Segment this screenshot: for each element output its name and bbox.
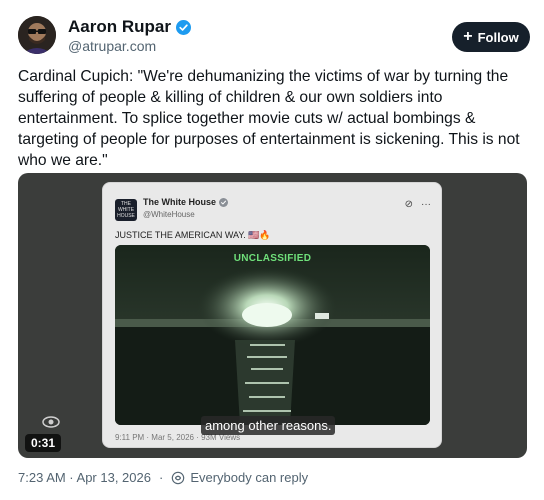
embedded-author-handle: @WhiteHouse xyxy=(143,210,195,219)
more-icon: ··· xyxy=(421,199,431,210)
embedded-actions: ⊘ ··· xyxy=(405,199,431,210)
embedded-author-name: The White House xyxy=(143,197,217,207)
follow-button[interactable]: + Follow xyxy=(452,22,530,52)
author-handle[interactable]: @atrupar.com xyxy=(68,38,156,54)
post-text: Cardinal Cupich: "We're dehumanizing the… xyxy=(18,68,520,169)
reply-setting-label[interactable]: Everybody can reply xyxy=(190,470,308,485)
follow-label: Follow xyxy=(477,29,519,45)
verified-badge-icon xyxy=(219,197,229,207)
author-name-row: Aaron Rupar xyxy=(68,17,191,37)
view-icon xyxy=(42,416,60,428)
person-avatar-icon xyxy=(18,16,56,54)
separator: · xyxy=(158,470,164,485)
video-duration: 0:31 xyxy=(25,434,62,452)
night-vision-image xyxy=(115,245,430,425)
post-footer: 7:23 AM · Apr 13, 2026 · Everybody can r… xyxy=(18,470,530,485)
post-header: Aaron Rupar @atrupar.com + Follow xyxy=(18,16,530,60)
embedded-name-row: The White House xyxy=(143,197,229,207)
reply-setting-icon xyxy=(172,471,185,484)
verified-badge-icon xyxy=(175,19,191,35)
embedded-post-text: JUSTICE THE AMERICAN WAY. 🇺🇸🔥 xyxy=(115,230,271,240)
video-player[interactable]: THE WHITE HOUSE The White House @WhiteHo… xyxy=(18,173,527,458)
grok-icon: ⊘ xyxy=(404,199,413,210)
embedded-post: THE WHITE HOUSE The White House @WhiteHo… xyxy=(102,182,442,448)
video-caption: among other reasons. xyxy=(201,416,336,435)
post-timestamp[interactable]: 7:23 AM · Apr 13, 2026 xyxy=(18,470,151,485)
plus-icon: + xyxy=(463,28,473,45)
embedded-media: UNCLASSIFIED xyxy=(115,245,430,425)
avatar[interactable] xyxy=(18,16,56,54)
author-name[interactable]: Aaron Rupar xyxy=(68,17,171,37)
embedded-avatar: THE WHITE HOUSE xyxy=(115,199,137,221)
unclassified-label: UNCLASSIFIED xyxy=(233,253,312,264)
